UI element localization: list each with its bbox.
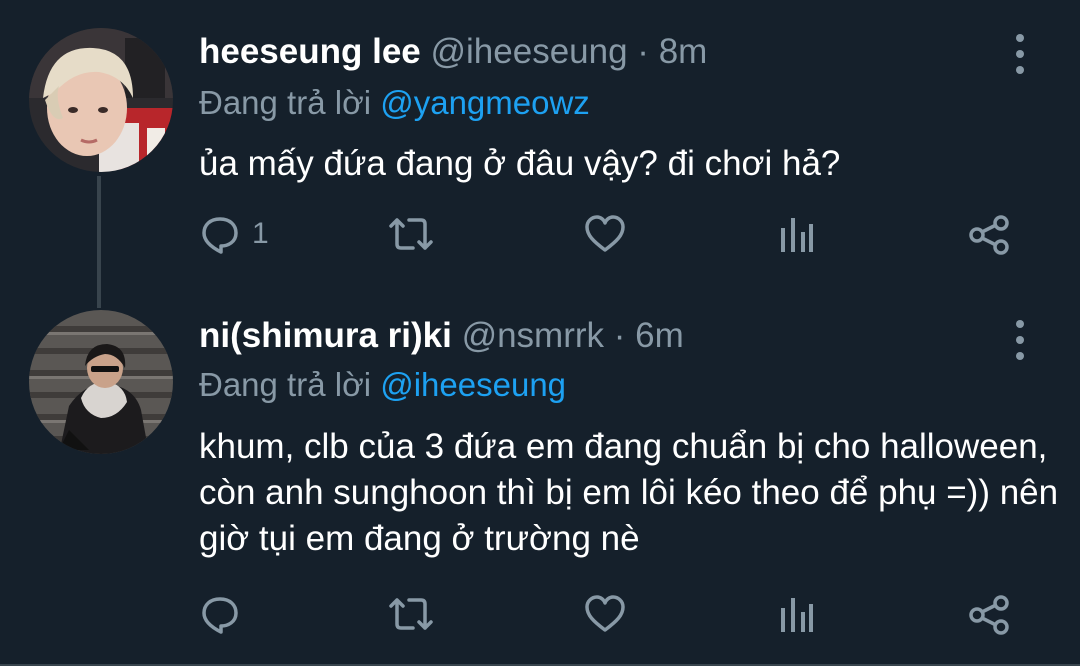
mention-link[interactable]: @iheeseung — [380, 366, 566, 403]
like-button[interactable] — [583, 214, 627, 254]
analytics-button[interactable] — [779, 214, 815, 254]
more-options-icon[interactable] — [1012, 34, 1028, 74]
like-button[interactable] — [583, 594, 627, 634]
retweet-icon — [389, 598, 433, 630]
replying-to: Đang trả lời @iheeseung — [199, 366, 566, 404]
tweet-header: heeseung lee @iheeseung · 8m — [199, 32, 707, 72]
time-separator: · — [604, 316, 636, 355]
replying-to-label: Đang trả lời — [199, 366, 381, 403]
timestamp[interactable]: 6m — [635, 316, 684, 355]
share-button[interactable] — [968, 594, 1010, 636]
replying-to: Đang trả lời @yangmeowz — [199, 84, 590, 122]
timestamp[interactable]: 8m — [659, 32, 708, 71]
more-options-icon[interactable] — [1012, 320, 1028, 360]
reply-icon — [202, 217, 238, 254]
display-name[interactable]: heeseung lee — [199, 32, 421, 71]
analytics-icon — [781, 598, 813, 632]
like-icon — [585, 215, 625, 252]
share-icon — [969, 215, 1009, 255]
user-handle[interactable]: @iheeseung — [431, 32, 628, 71]
retweet-icon — [389, 218, 433, 250]
analytics-button[interactable] — [779, 594, 815, 634]
user-handle[interactable]: @nsmrrk — [462, 316, 604, 355]
reply-button[interactable]: 1 — [200, 214, 269, 254]
tweet-text: ủa mấy đứa đang ở đâu vậy? đi chơi hả? — [199, 144, 841, 183]
share-icon — [969, 595, 1009, 635]
tweet-text: khum, clb của 3 đứa em đang chuẩn bị cho… — [199, 427, 1059, 558]
mention-link[interactable]: @yangmeowz — [380, 84, 590, 121]
like-icon — [585, 595, 625, 632]
time-separator: · — [627, 32, 659, 71]
tweet-actions: 1 — [0, 214, 1080, 264]
replying-to-label: Đang trả lời — [199, 84, 381, 121]
avatar[interactable] — [29, 310, 173, 454]
tweet-2[interactable]: ni(shimura ri)ki @nsmrrk · 6m Đang trả l… — [0, 300, 1080, 666]
reply-icon — [202, 597, 238, 634]
tweet-header: ni(shimura ri)ki @nsmrrk · 6m — [199, 316, 684, 356]
tweet-1[interactable]: heeseung lee @iheeseung · 8m Đang trả lờ… — [0, 0, 1080, 308]
share-button[interactable] — [968, 214, 1010, 256]
retweet-button[interactable] — [387, 594, 435, 634]
tweet-actions — [0, 594, 1080, 644]
retweet-button[interactable] — [387, 214, 435, 254]
reply-count: 1 — [252, 217, 269, 250]
avatar[interactable] — [29, 28, 173, 172]
analytics-icon — [781, 218, 813, 252]
display-name[interactable]: ni(shimura ri)ki — [199, 316, 452, 355]
reply-button[interactable] — [200, 594, 252, 634]
